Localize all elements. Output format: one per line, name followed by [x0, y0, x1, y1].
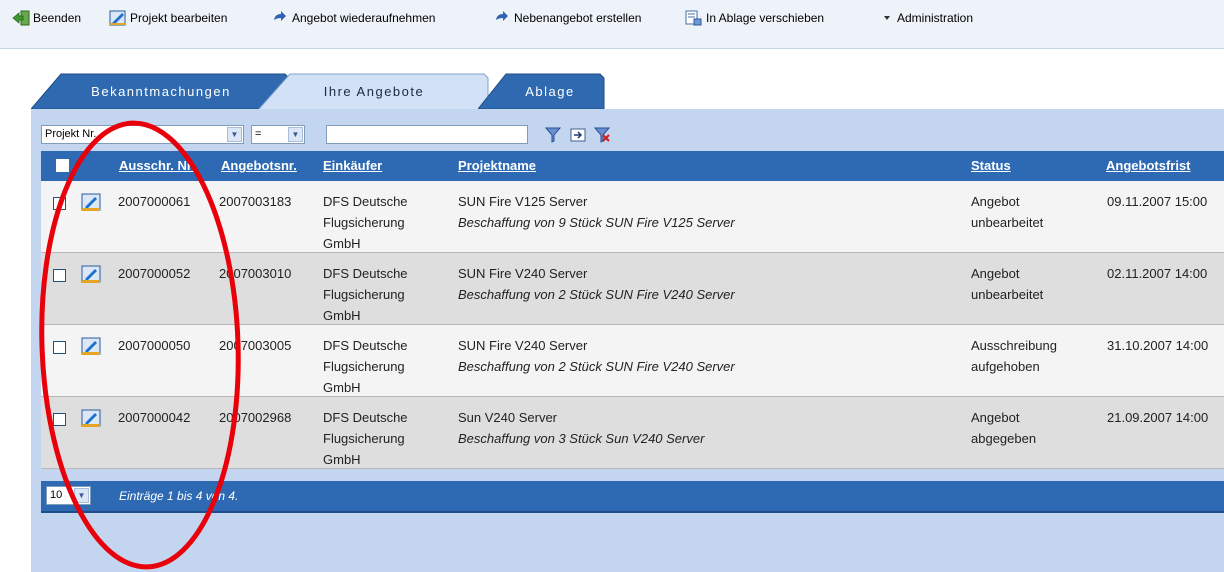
- angebotsnr: 2007002968: [219, 410, 292, 425]
- resume-arrow-icon: [271, 10, 289, 26]
- clear-filter-icon[interactable]: [593, 126, 611, 144]
- edit-offer-icon[interactable]: [81, 337, 103, 360]
- nebenangebot-erstellen-button[interactable]: Nebenangebot erstellen: [493, 9, 641, 27]
- einkaeufer: DFS Deutsche Flugsicherung GmbH: [323, 194, 408, 251]
- beenden-button[interactable]: Beenden: [12, 9, 81, 27]
- header-ausschr-nr[interactable]: Ausschr. Nr.: [119, 158, 195, 173]
- ausschr-nr: 2007000052: [118, 266, 191, 281]
- angebot-wiederaufnehmen-button[interactable]: Angebot wiederaufnehmen: [271, 9, 435, 27]
- table-row[interactable]: 2007000050 2007003005 DFS Deutsche Flugsi…: [41, 325, 1224, 397]
- row-checkbox[interactable]: [53, 269, 66, 282]
- status: Angebot unbearbeitet: [971, 194, 1044, 230]
- projektname: SUN Fire V240 Server Beschaffung von 2 St…: [458, 266, 735, 302]
- row-checkbox[interactable]: [53, 197, 66, 210]
- ausschr-nr: 2007000042: [118, 410, 191, 425]
- header-projektname[interactable]: Projektname: [458, 158, 536, 173]
- pagination-info: Einträge 1 bis 4 von 4.: [119, 489, 239, 503]
- status: Angebot unbearbeitet: [971, 266, 1044, 302]
- select-all-checkbox[interactable]: [56, 159, 69, 172]
- tab-ihre-angebote-label: Ihre Angebote: [323, 83, 425, 99]
- filter-value-input[interactable]: [326, 125, 528, 144]
- in-ablage-verschieben-label: In Ablage verschieben: [706, 11, 825, 25]
- chevron-down-icon[interactable]: ▼: [227, 127, 242, 142]
- filter-icon[interactable]: [544, 126, 562, 144]
- table-header: Ausschr. Nr. Angebotsnr. Einkäufer Proje…: [41, 151, 1224, 181]
- toolbar: Beenden Projekt bearbeiten Angebot wiede…: [0, 0, 1224, 49]
- header-angebotsnr[interactable]: Angebotsnr.: [221, 158, 297, 173]
- table-row[interactable]: 2007000061 2007003183 DFS Deutsche Flugsi…: [41, 181, 1224, 253]
- angebotsfrist: 09.11.2007 15:00: [1107, 194, 1208, 209]
- chevron-down-icon[interactable]: ▼: [288, 127, 303, 142]
- exit-icon: [12, 10, 30, 26]
- projekt-bearbeiten-button[interactable]: Projekt bearbeiten: [109, 9, 227, 27]
- angebotsfrist: 31.10.2007 14:00: [1107, 338, 1209, 353]
- projektname: Sun V240 Server Beschaffung von 3 Stück S…: [458, 410, 705, 446]
- header-einkaeufer[interactable]: Einkäufer: [323, 158, 382, 173]
- filter-field-select[interactable]: Projekt Nr. ▼: [41, 125, 244, 144]
- tab-bekanntmachungen[interactable]: Bekanntmachungen: [31, 73, 291, 109]
- in-ablage-verschieben-button[interactable]: In Ablage verschieben: [685, 9, 824, 27]
- table-row[interactable]: 2007000042 2007002968 DFS Deutsche Flugsi…: [41, 397, 1224, 469]
- edit-offer-icon[interactable]: [81, 409, 103, 432]
- administration-label: Administration: [897, 11, 974, 25]
- table-footer: 10 ▼ Einträge 1 bis 4 von 4.: [41, 481, 1224, 513]
- tab-ihre-angebote[interactable]: Ihre Angebote: [258, 73, 490, 110]
- angebotsnr: 2007003005: [219, 338, 292, 353]
- tab-bekanntmachungen-label: Bekanntmachungen: [91, 83, 231, 99]
- edit-project-icon: [109, 10, 127, 26]
- status: Ausschreibung aufgehoben: [971, 338, 1057, 374]
- projektname: SUN Fire V125 Server Beschaffung von 9 St…: [458, 194, 735, 230]
- status: Angebot abgegeben: [971, 410, 1037, 446]
- tab-ablage-label: Ablage: [525, 83, 575, 99]
- einkaeufer: DFS Deutsche Flugsicherung GmbH: [323, 410, 408, 467]
- offers-panel: Projekt Nr. ▼ = ▼ Ausschr. Nr. Angebotsn…: [31, 109, 1224, 572]
- edit-offer-icon[interactable]: [81, 193, 103, 216]
- beenden-label: Beenden: [33, 11, 82, 25]
- table-row[interactable]: 2007000052 2007003010 DFS Deutsche Flugsi…: [41, 253, 1224, 325]
- ausschr-nr: 2007000061: [118, 194, 191, 209]
- edit-offer-icon[interactable]: [81, 265, 103, 288]
- header-angebotsfrist[interactable]: Angebotsfrist: [1106, 158, 1191, 173]
- nebenangebot-erstellen-label: Nebenangebot erstellen: [514, 11, 642, 25]
- header-status[interactable]: Status: [971, 158, 1011, 173]
- einkaeufer: DFS Deutsche Flugsicherung GmbH: [323, 338, 408, 395]
- archive-move-icon: [685, 10, 703, 26]
- dropdown-triangle-icon: [882, 10, 894, 26]
- angebotsfrist: 02.11.2007 14:00: [1107, 266, 1208, 281]
- chevron-down-icon[interactable]: ▼: [74, 488, 89, 503]
- row-checkbox[interactable]: [53, 413, 66, 426]
- page-size-select[interactable]: 10 ▼: [46, 486, 91, 505]
- angebotsfrist: 21.09.2007 14:00: [1107, 410, 1209, 425]
- angebotsnr: 2007003010: [219, 266, 292, 281]
- projektname: SUN Fire V240 Server Beschaffung von 2 St…: [458, 338, 735, 374]
- resume-arrow-icon: [493, 10, 511, 26]
- ausschr-nr: 2007000050: [118, 338, 191, 353]
- einkaeufer: DFS Deutsche Flugsicherung GmbH: [323, 266, 408, 323]
- apply-filter-icon[interactable]: [569, 126, 587, 144]
- filter-operator-select[interactable]: = ▼: [251, 125, 305, 144]
- angebot-wiederaufnehmen-label: Angebot wiederaufnehmen: [292, 11, 436, 25]
- row-checkbox[interactable]: [53, 341, 66, 354]
- projekt-bearbeiten-label: Projekt bearbeiten: [130, 11, 228, 25]
- tab-ablage[interactable]: Ablage: [478, 73, 606, 109]
- angebotsnr: 2007003183: [219, 194, 292, 209]
- administration-menu[interactable]: Administration: [882, 9, 973, 27]
